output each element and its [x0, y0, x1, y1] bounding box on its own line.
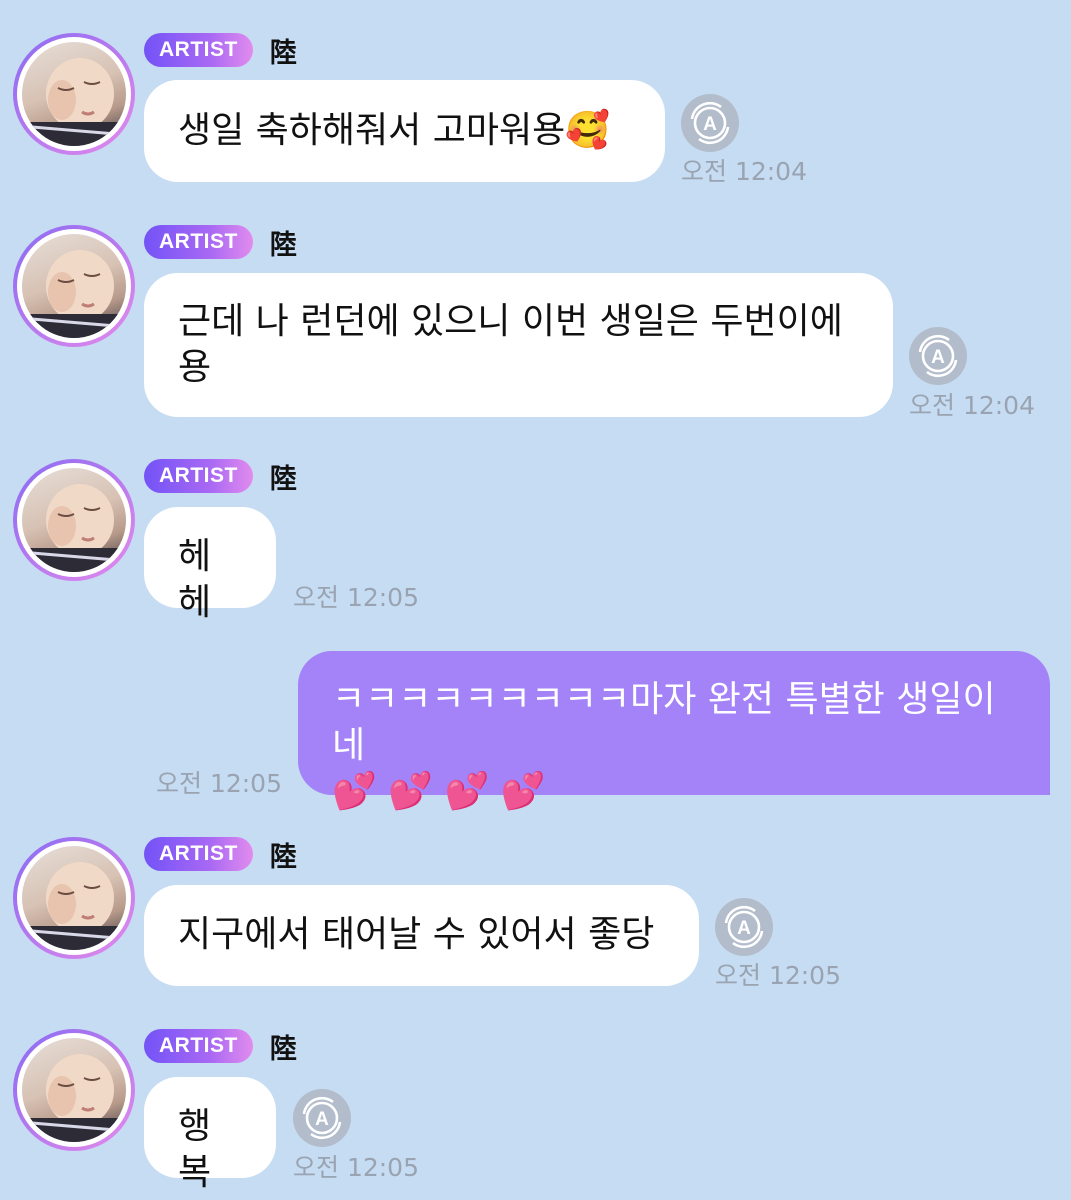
- translate-button[interactable]: A: [293, 1089, 351, 1147]
- message-time: 오전 12:05: [715, 961, 841, 990]
- message-bubble[interactable]: 지구에서 태어날 수 있어서 좋당: [144, 885, 699, 986]
- avatar-ring: [17, 841, 131, 955]
- artist-badge: ARTIST: [144, 225, 253, 259]
- avatar-photo: [22, 42, 126, 146]
- sender-line: ARTIST 陸: [144, 457, 297, 496]
- svg-text:A: A: [315, 1109, 329, 1130]
- artist-badge: ARTIST: [144, 1029, 253, 1063]
- message-text: 근데 나 런던에 있으니 이번 생일은 두번이에 용: [178, 301, 843, 388]
- message-text: 생일 축하해줘서 고마워용🥰: [178, 110, 611, 151]
- message-bubble[interactable]: 근데 나 런던에 있으니 이번 생일은 두번이에 용: [144, 273, 893, 417]
- svg-text:A: A: [931, 347, 945, 368]
- translate-button[interactable]: A: [681, 94, 739, 152]
- message-time: 오전 12:04: [681, 157, 807, 186]
- avatar-photo: [22, 234, 126, 338]
- sender-name[interactable]: 陸: [270, 1027, 297, 1066]
- avatar-ring: [17, 1033, 131, 1147]
- sender-line: ARTIST 陸: [144, 835, 297, 874]
- translate-icon: A: [918, 334, 958, 378]
- message-bubble[interactable]: 행복: [144, 1077, 276, 1193]
- sender-line: ARTIST 陸: [144, 31, 297, 70]
- sender-name[interactable]: 陸: [270, 457, 297, 496]
- avatar-ring: [17, 37, 131, 151]
- message-time: 오전 12:05: [156, 769, 282, 798]
- translate-icon: A: [302, 1096, 342, 1140]
- avatar-photo: [22, 468, 126, 572]
- message-text: 헤헤: [178, 536, 212, 623]
- message-time: 오전 12:05: [293, 583, 419, 612]
- sender-line: ARTIST 陸: [144, 1027, 297, 1066]
- translate-button[interactable]: A: [715, 898, 773, 956]
- avatar-ring: [17, 463, 131, 577]
- avatar-ring: [17, 229, 131, 343]
- message-text: ㅋㅋㅋㅋㅋㅋㅋㅋㅋ마자 완전 특별한 생일이네 💕 💕 💕 💕: [332, 679, 996, 812]
- artist-badge: ARTIST: [144, 837, 253, 871]
- avatar[interactable]: [13, 225, 135, 347]
- translate-button[interactable]: A: [909, 327, 967, 385]
- translate-icon: A: [690, 101, 730, 145]
- sender-line: ARTIST 陸: [144, 223, 297, 262]
- my-message-bubble[interactable]: ㅋㅋㅋㅋㅋㅋㅋㅋㅋ마자 완전 특별한 생일이네 💕 💕 💕 💕: [298, 651, 1050, 812]
- message-bubble[interactable]: 헤헤: [144, 507, 276, 623]
- message-time: 오전 12:05: [293, 1153, 419, 1182]
- sender-name[interactable]: 陸: [270, 835, 297, 874]
- avatar-photo: [22, 1038, 126, 1142]
- avatar[interactable]: [13, 1029, 135, 1151]
- avatar[interactable]: [13, 459, 135, 581]
- message-bubble[interactable]: 생일 축하해줘서 고마워용🥰: [144, 80, 665, 182]
- sender-name[interactable]: 陸: [270, 223, 297, 262]
- message-text: 지구에서 태어날 수 있어서 좋당: [178, 914, 655, 955]
- message-time: 오전 12:04: [909, 391, 1035, 420]
- svg-text:A: A: [737, 918, 751, 939]
- sender-name[interactable]: 陸: [270, 31, 297, 70]
- message-text: 행복: [178, 1106, 212, 1193]
- artist-badge: ARTIST: [144, 459, 253, 493]
- artist-badge: ARTIST: [144, 33, 253, 67]
- svg-text:A: A: [703, 114, 717, 135]
- avatar[interactable]: [13, 837, 135, 959]
- avatar-photo: [22, 846, 126, 950]
- translate-icon: A: [724, 905, 764, 949]
- avatar[interactable]: [13, 33, 135, 155]
